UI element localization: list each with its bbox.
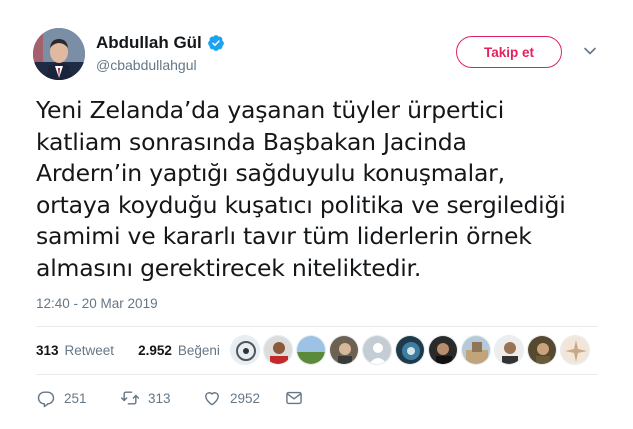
user-name-text[interactable]: Abdullah Gül [96,33,202,53]
liker-avatar[interactable] [461,335,491,365]
divider [36,326,598,327]
retweets-label[interactable]: Retweet [65,343,115,358]
verified-badge-icon [207,34,225,52]
retweet-icon [120,391,140,405]
user-handle[interactable]: @cbabdullahgul [96,57,197,73]
follow-button[interactable]: Takip et [456,36,562,68]
liker-avatar[interactable] [230,335,260,365]
profile-avatar[interactable] [33,28,85,80]
retweets-count[interactable]: 313 [36,343,59,358]
tweet-line: ortaya koyduğu kuşatıcı politika ve serg… [36,190,566,219]
tweet-actions: 251 313 2952 [36,388,304,408]
like-button[interactable]: 2952 [202,388,284,408]
reply-icon [37,391,55,408]
tweet-timestamp[interactable]: 12:40 - 20 Mar 2019 [36,296,158,311]
tweet-line: samimi ve kararlı tavır tüm liderlerin ö… [36,222,532,250]
liker-avatar[interactable] [329,335,359,365]
liker-avatar[interactable] [395,335,425,365]
heart-icon [205,392,219,406]
liker-avatar[interactable] [494,335,524,365]
reply-count: 251 [64,390,87,406]
liker-avatar[interactable] [362,335,392,365]
tweet-line: Ardern’in yaptığı sağduyulu konuşmalar, [36,159,505,187]
liker-avatars [230,335,590,365]
tweet-line: katliam sonrasında Başbakan Jacinda [36,127,467,156]
liker-avatar[interactable] [560,335,590,365]
retweet-count: 313 [148,390,171,406]
liker-avatar[interactable] [296,335,326,365]
retweet-button[interactable]: 313 [120,388,202,408]
divider [36,374,598,375]
likes-count[interactable]: 2.952 [138,343,172,358]
direct-message-button[interactable] [284,388,304,408]
chevron-down-icon[interactable] [583,44,597,58]
liker-avatar[interactable] [428,335,458,365]
tweet-text: Yeni Zelanda’da yaşanan tüyler ürpertici… [36,95,616,284]
like-count: 2952 [230,390,261,406]
engagement-stats: 313 Retweet 2.952 Beğeni [36,343,220,358]
liker-avatar[interactable] [263,335,293,365]
user-name[interactable]: Abdullah Gül [96,33,225,53]
likes-label[interactable]: Beğeni [178,343,220,358]
tweet-line: almasını gerektirecek niteliktedir. [36,253,422,282]
tweet-line: Yeni Zelanda’da yaşanan tüyler ürpertici [36,96,505,124]
liker-avatar[interactable] [527,335,557,365]
reply-button[interactable]: 251 [36,388,120,408]
envelope-icon [286,391,302,405]
